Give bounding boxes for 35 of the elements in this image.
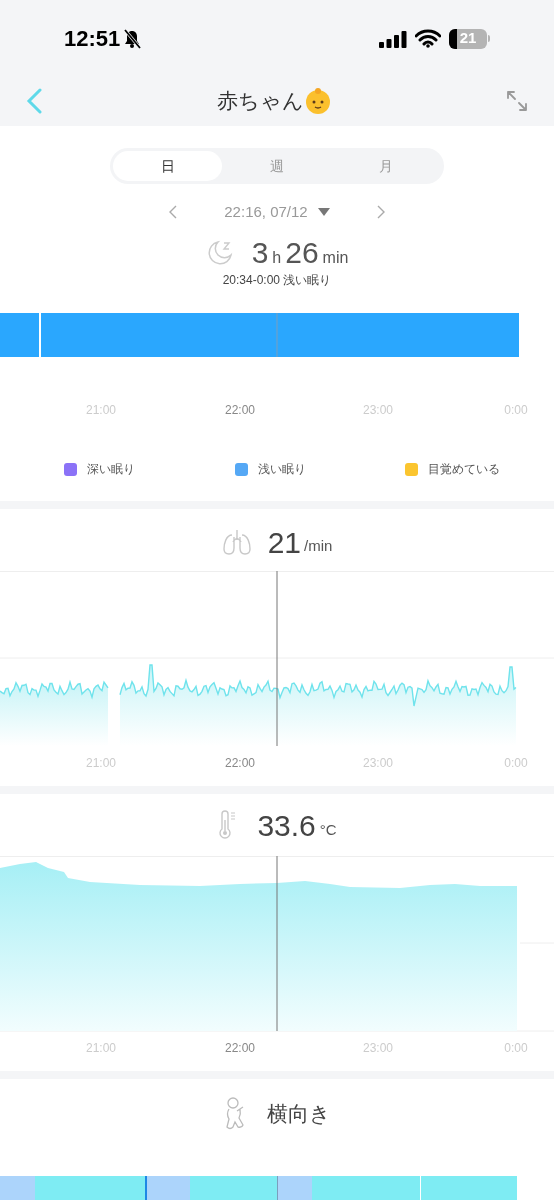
dropdown-caret-icon — [317, 208, 330, 216]
battery-icon: 21 — [449, 28, 490, 49]
period-tab[interactable]: 日 — [113, 151, 223, 181]
axis-label: 22:00 — [225, 755, 255, 772]
baby-face-icon — [303, 86, 332, 115]
period-tab[interactable]: 月 — [331, 151, 441, 181]
page-title: 赤ちゃん — [216, 87, 304, 114]
period-tab[interactable]: 週 — [222, 151, 332, 181]
date-selector[interactable]: 22:16, 07/12 — [224, 200, 330, 224]
hours-unit: h — [272, 248, 282, 268]
previous-icon[interactable] — [168, 205, 179, 219]
lungs-icon — [221, 528, 252, 556]
axis-label: 22:00 — [225, 402, 255, 419]
status-time: 12:51 — [64, 25, 121, 53]
expand-icon[interactable] — [506, 89, 528, 112]
legend-label: 深い眠り — [87, 461, 135, 478]
respiration-unit: /min — [304, 535, 333, 556]
next-icon[interactable] — [375, 205, 386, 219]
position-label: 横向き — [267, 1101, 331, 1128]
moon-icon — [205, 238, 234, 267]
thermometer-icon — [217, 810, 238, 840]
sleep-detail: 20:34-0:00 浅い眠り — [222, 272, 332, 289]
hours-value: 3 — [251, 235, 269, 271]
minutes-unit: min — [322, 248, 349, 268]
wifi-icon — [415, 29, 441, 48]
signal-icon — [379, 29, 407, 48]
bell-muted-icon — [123, 28, 142, 49]
back-icon[interactable] — [26, 87, 42, 114]
legend-label: 目覚めている — [428, 461, 500, 478]
respiration-value: 21 — [267, 524, 301, 561]
minutes-value: 26 — [285, 235, 319, 271]
temperature-value: 33.6 — [257, 807, 316, 844]
temperature-unit: °C — [319, 819, 337, 840]
axis-label: 22:00 — [225, 1040, 255, 1057]
legend-label: 浅い眠り — [257, 461, 306, 478]
